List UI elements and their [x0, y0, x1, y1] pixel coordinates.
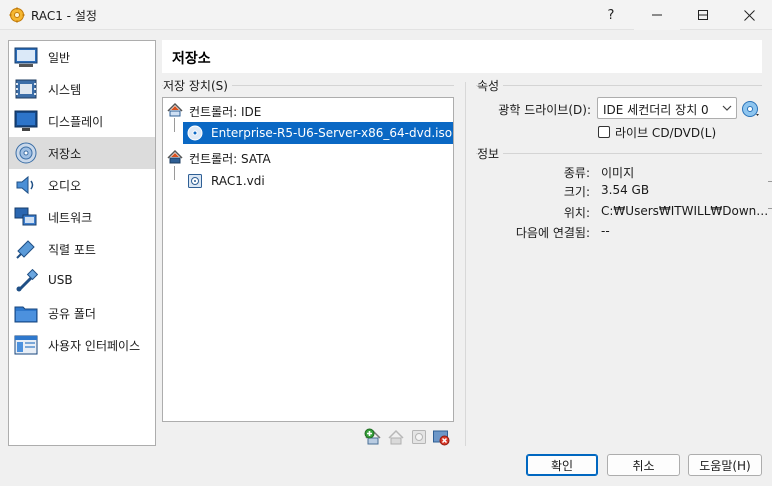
splitter[interactable]	[465, 82, 466, 446]
remove-controller-icon[interactable]	[432, 428, 450, 446]
general-icon	[14, 47, 38, 67]
info-divider	[476, 153, 762, 154]
nav-item-user-interface[interactable]: 사용자 인터페이스	[9, 329, 155, 361]
network-icon	[14, 207, 37, 226]
question-icon: ?	[607, 7, 615, 23]
user-interface-icon	[14, 335, 38, 355]
window-edge-mark	[768, 181, 772, 182]
app-gear-icon	[9, 7, 25, 23]
tree-item-optical[interactable]: Enterprise-R5-U6-Server-x86_64-dvd.iso	[183, 122, 453, 144]
info-label: 정보	[477, 145, 504, 162]
page-header: 저장소	[162, 40, 762, 73]
nav-item-general[interactable]: 일반	[9, 41, 155, 73]
close-button[interactable]	[726, 0, 772, 30]
ok-button[interactable]: 확인	[526, 454, 598, 476]
info-size-label: 크기:	[563, 185, 590, 199]
system-icon	[15, 79, 37, 99]
nav-item-audio[interactable]: 오디오	[9, 169, 155, 201]
minimize-button[interactable]	[634, 0, 680, 30]
remove-attachment-icon[interactable]	[410, 428, 428, 446]
display-icon	[14, 110, 38, 131]
nav-item-display[interactable]: 디스플레이	[9, 105, 155, 137]
hard-disk-icon	[188, 174, 202, 188]
tree-guide-line	[174, 118, 175, 132]
audio-icon	[16, 175, 34, 195]
info-attached-value: --	[601, 224, 610, 238]
live-cd-checkbox[interactable]	[598, 126, 610, 138]
optical-disc-icon	[187, 125, 203, 141]
optical-drive-select[interactable]: IDE 세컨더리 장치 0	[597, 97, 737, 119]
info-attached-label: 다음에 연결됨:	[515, 226, 590, 240]
storage-tree[interactable]: 컨트롤러: IDE Enterprise-R5-U6-Server-x86_64…	[162, 97, 454, 422]
minimize-icon	[652, 14, 662, 16]
attributes-label: 속성	[477, 77, 504, 94]
tree-controller-sata[interactable]: 컨트롤러: SATA	[163, 146, 453, 168]
page-title: 저장소	[172, 51, 211, 67]
info-location-label: 위치:	[563, 206, 590, 220]
help-title-button[interactable]: ?	[588, 0, 634, 30]
usb-icon	[16, 269, 38, 292]
maximize-icon	[698, 10, 708, 20]
help-button[interactable]: 도움말(H)	[688, 454, 762, 476]
nav-item-usb[interactable]: USB	[9, 265, 155, 297]
controller-icon	[167, 149, 183, 164]
maximize-button[interactable]	[680, 0, 726, 30]
window-title: RAC1 - 설정	[31, 9, 97, 23]
window-edge-mark	[768, 208, 772, 209]
shared-folder-icon	[14, 306, 38, 323]
add-controller-icon[interactable]	[364, 428, 382, 446]
info-size-value: 3.54 GB	[601, 183, 650, 197]
nav-item-serial-port[interactable]: 직렬 포트	[9, 233, 155, 265]
info-type-value: 이미지	[601, 166, 635, 180]
nav-item-system[interactable]: 시스템	[9, 73, 155, 105]
settings-nav: 일반 시스템 디스플레이 저장소 오디오 네트워크 직렬 포트 USB 공유 폴…	[8, 40, 156, 446]
nav-item-network[interactable]: 네트워크	[9, 201, 155, 233]
attributes-divider	[476, 85, 762, 86]
choose-disk-icon[interactable]	[741, 99, 761, 119]
cancel-button[interactable]: 취소	[607, 454, 680, 476]
chevron-down-icon	[722, 105, 732, 111]
info-type-label: 종류:	[563, 166, 590, 180]
tree-guide-line	[174, 166, 175, 180]
close-icon	[743, 9, 755, 21]
info-location-value: C:₩Users₩ITWILL₩Down…	[601, 204, 769, 218]
live-cd-label[interactable]: 라이브 CD/DVD(L)	[615, 124, 716, 141]
nav-item-storage[interactable]: 저장소	[9, 137, 155, 169]
tree-item-disk[interactable]: RAC1.vdi	[183, 170, 453, 192]
nav-item-shared-folder[interactable]: 공유 폴더	[9, 297, 155, 329]
optical-drive-label: 광학 드라이브(D):	[498, 103, 591, 117]
storage-devices-label: 저장 장치(S)	[163, 77, 232, 94]
controller-icon	[167, 102, 183, 117]
add-attachment-icon[interactable]	[387, 428, 405, 446]
storage-icon	[15, 142, 37, 164]
serial-port-icon	[16, 240, 35, 259]
tree-controller-ide[interactable]: 컨트롤러: IDE	[163, 99, 453, 121]
